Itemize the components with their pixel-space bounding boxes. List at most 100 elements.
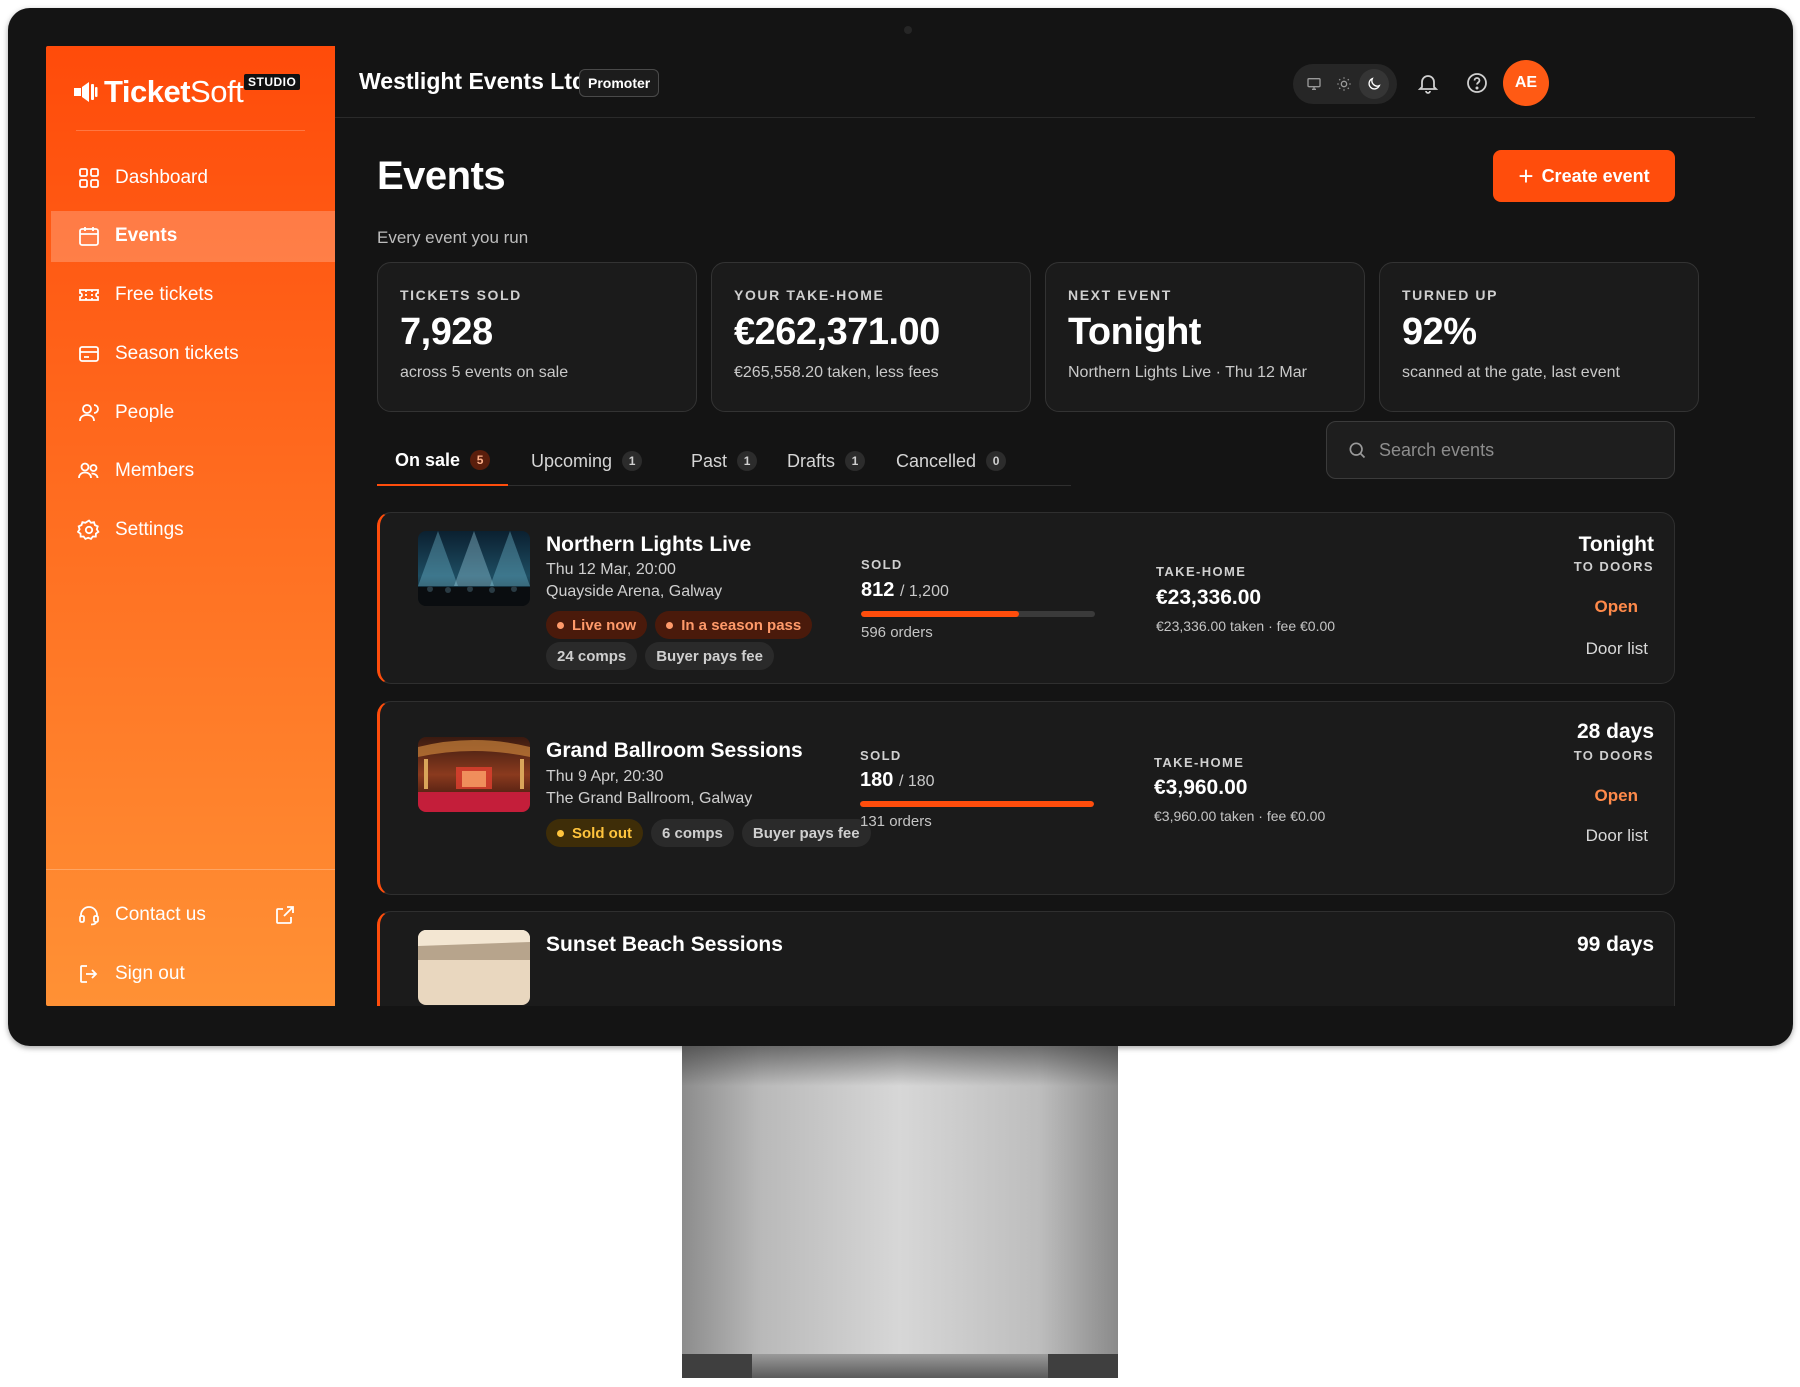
sidebar-item-people[interactable]: People <box>51 387 335 438</box>
grid-icon <box>79 167 99 188</box>
sidebar-bottom-divider <box>46 869 335 870</box>
sidebar-item-members[interactable]: Members <box>51 446 335 497</box>
open-event-link[interactable]: Open <box>1595 597 1638 617</box>
countdown: 99 days <box>1576 933 1654 956</box>
stat-label: TICKETS SOLD <box>400 287 522 303</box>
sold-count: 180 / 180 <box>860 769 935 791</box>
page-subtitle: Every event you run <box>377 228 529 247</box>
bell-icon[interactable] <box>1416 71 1440 95</box>
sign-out-button[interactable]: Sign out <box>51 948 335 999</box>
external-link-icon <box>276 905 294 924</box>
countdown: 28 days <box>1576 720 1654 743</box>
info-chips: 24 comps Buyer pays fee <box>546 642 774 670</box>
door-list-link[interactable]: Door list <box>1586 826 1648 846</box>
order-count: 131 orders <box>860 813 932 830</box>
theme-dark-button[interactable] <box>1359 69 1389 99</box>
theme-light-button[interactable] <box>1329 69 1359 99</box>
stat-value: 92% <box>1402 311 1477 353</box>
stat-value: €262,371.00 <box>734 311 940 353</box>
event-title[interactable]: Grand Ballroom Sessions <box>546 739 803 763</box>
tab-count: 1 <box>845 451 866 471</box>
stat-value: Tonight <box>1068 311 1201 353</box>
search-input[interactable] <box>1379 439 1659 461</box>
user-avatar[interactable]: AE <box>1503 60 1549 106</box>
event-title[interactable]: Northern Lights Live <box>546 533 751 557</box>
stat-note: Northern Lights Live · Thu 12 Mar <box>1068 364 1307 381</box>
create-event-button[interactable]: + Create event <box>1493 150 1675 202</box>
event-card-sunset-beach[interactable]: Sunset Beach Sessions 99 days <box>377 911 1675 1006</box>
contact-us-label: Contact us <box>115 903 206 925</box>
tab-label: On sale <box>395 449 461 470</box>
sidebar-item-label: Free tickets <box>115 284 214 306</box>
sidebar-item-label: Season tickets <box>115 342 239 364</box>
take-home-value: €23,336.00 <box>1156 586 1262 609</box>
monitor-frame: TicketSoft STUDIO Dashboard Events Free … <box>8 8 1793 1046</box>
stat-card-take-home: YOUR TAKE-HOME €262,371.00 €265,558.20 t… <box>711 262 1031 412</box>
stand-foot <box>682 1354 1118 1378</box>
stat-note: across 5 events on sale <box>400 364 569 381</box>
order-count: 596 orders <box>861 624 933 641</box>
event-venue: Quayside Arena, Galway <box>546 583 723 600</box>
tab-cancelled[interactable]: Cancelled 0 <box>878 436 1024 486</box>
help-icon[interactable] <box>1465 71 1489 95</box>
sidebar-item-label: Members <box>115 460 195 482</box>
tab-upcoming[interactable]: Upcoming 1 <box>513 436 660 486</box>
tab-on-sale[interactable]: On sale 5 <box>377 436 509 486</box>
doors-label: TO DOORS <box>1573 559 1654 574</box>
sold-progress-bar <box>861 611 1095 617</box>
sold-progress-bar <box>860 801 1094 807</box>
tab-drafts[interactable]: Drafts 1 <box>769 436 883 486</box>
event-card-grand-ballroom[interactable]: Grand Ballroom Sessions Thu 9 Apr, 20:30… <box>377 701 1675 895</box>
logo-icon <box>74 82 98 102</box>
take-home-value: €3,960.00 <box>1154 776 1248 799</box>
brand-logo[interactable]: TicketSoft <box>72 72 244 112</box>
event-thumbnail <box>418 737 530 812</box>
stat-note: €265,558.20 taken, less fees <box>734 364 939 381</box>
door-list-link[interactable]: Door list <box>1586 639 1648 659</box>
sidebar-item-events[interactable]: Events <box>51 210 335 262</box>
event-title[interactable]: Sunset Beach Sessions <box>546 933 783 957</box>
screen: TicketSoft STUDIO Dashboard Events Free … <box>46 46 1755 1006</box>
sidebar-divider <box>76 130 305 131</box>
beach-image <box>418 930 530 1005</box>
countdown: Tonight <box>1578 533 1654 556</box>
sidebar-item-season-tickets[interactable]: Season tickets <box>51 328 335 379</box>
status-chips: Sold out 6 comps Buyer pays fee <box>546 819 871 847</box>
ballroom-image <box>418 737 530 812</box>
person-icon <box>79 403 99 421</box>
take-home-note: €23,336.00 taken · fee €0.00 <box>1156 618 1336 634</box>
event-card-northern-lights[interactable]: Northern Lights Live Thu 12 Mar, 20:00 Q… <box>377 512 1675 684</box>
doors-label: TO DOORS <box>1573 748 1654 763</box>
sidebar-item-label: Dashboard <box>115 166 208 188</box>
contact-us-link[interactable]: Contact us <box>51 889 335 940</box>
card-icon <box>79 345 99 362</box>
tab-count: 5 <box>470 450 491 470</box>
take-home-label: TAKE-HOME <box>1156 564 1247 579</box>
theme-system-button[interactable] <box>1299 69 1329 99</box>
monitor-stand <box>682 1046 1118 1378</box>
open-event-link[interactable]: Open <box>1595 786 1638 806</box>
main-content: Events Every event you run + Create even… <box>335 118 1755 1006</box>
role-badge: Promoter <box>579 69 660 97</box>
monitor-icon <box>1307 78 1321 90</box>
sidebar-item-dashboard[interactable]: Dashboard <box>51 152 335 203</box>
event-tabs: On sale 5 Upcoming 1 Past 1 Drafts 1 Can… <box>377 436 1071 486</box>
status-chips: Live now In a season pass <box>546 611 813 639</box>
event-thumbnail <box>418 930 530 1005</box>
chip-live-now: Live now <box>546 611 648 639</box>
search-icon <box>1349 442 1366 459</box>
stat-label: NEXT EVENT <box>1068 287 1172 303</box>
sign-out-icon <box>80 964 98 983</box>
sidebar-item-settings[interactable]: Settings <box>51 505 335 556</box>
stat-label: TURNED UP <box>1402 287 1499 303</box>
create-event-label: Create event <box>1541 165 1650 186</box>
stat-card-tickets-sold: TICKETS SOLD 7,928 across 5 events on sa… <box>377 262 697 412</box>
sold-progress-fill <box>860 801 1094 807</box>
tab-past[interactable]: Past 1 <box>673 436 775 486</box>
moon-icon <box>1368 77 1381 90</box>
sidebar-item-free-tickets[interactable]: Free tickets <box>51 270 335 321</box>
gear-icon <box>77 519 100 541</box>
stand-shadow <box>682 1046 1118 1086</box>
sidebar-item-label: People <box>115 401 175 423</box>
theme-toggle <box>1293 64 1397 104</box>
